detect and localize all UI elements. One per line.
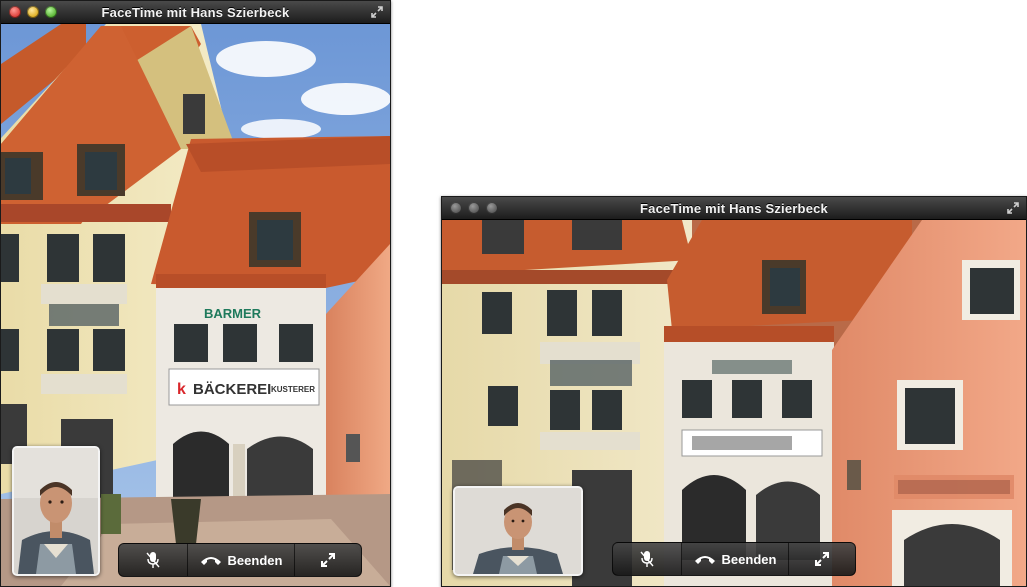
self-view-video — [455, 488, 581, 574]
shop-sign: BÄCKEREI — [193, 381, 271, 398]
fullscreen-icon[interactable] — [370, 5, 384, 19]
mute-button[interactable] — [613, 543, 682, 575]
mic-muted-icon — [146, 552, 160, 568]
call-controls: Beenden — [612, 542, 856, 576]
end-call-label: Beenden — [227, 552, 283, 568]
fullscreen-icon[interactable] — [1006, 201, 1020, 215]
window-title: FaceTime mit Hans Szierbeck — [640, 201, 828, 216]
window-title: FaceTime mit Hans Szierbeck — [101, 5, 290, 20]
mute-button[interactable] — [119, 544, 188, 576]
self-view-preview[interactable] — [453, 486, 583, 576]
fullscreen-icon — [815, 552, 829, 566]
fullscreen-icon — [321, 553, 335, 567]
phone-icon — [694, 556, 715, 564]
title-bar[interactable]: FaceTime mit Hans Szierbeck — [1, 1, 390, 24]
facetime-window-landscape: FaceTime mit Hans Szierbeck Beenden — [441, 196, 1027, 587]
bank-sign: BARMER — [204, 306, 262, 321]
end-call-button[interactable]: Beenden — [682, 543, 789, 575]
end-call-label: Beenden — [721, 551, 777, 567]
end-call-button[interactable]: Beenden — [188, 544, 295, 576]
shop-sign-right: KUSTERER — [271, 385, 315, 394]
svg-text:k: k — [177, 381, 186, 398]
mic-muted-icon — [640, 551, 654, 567]
title-bar[interactable]: FaceTime mit Hans Szierbeck — [442, 197, 1026, 220]
call-controls: Beenden — [118, 543, 362, 577]
self-view-video — [14, 448, 98, 574]
self-view-preview[interactable] — [12, 446, 100, 576]
fullscreen-button[interactable] — [295, 544, 361, 576]
phone-icon — [200, 557, 221, 565]
fullscreen-button[interactable] — [789, 543, 855, 575]
facetime-window-portrait: FaceTime mit Hans Szierbeck BARMER k BÄC… — [0, 0, 391, 587]
